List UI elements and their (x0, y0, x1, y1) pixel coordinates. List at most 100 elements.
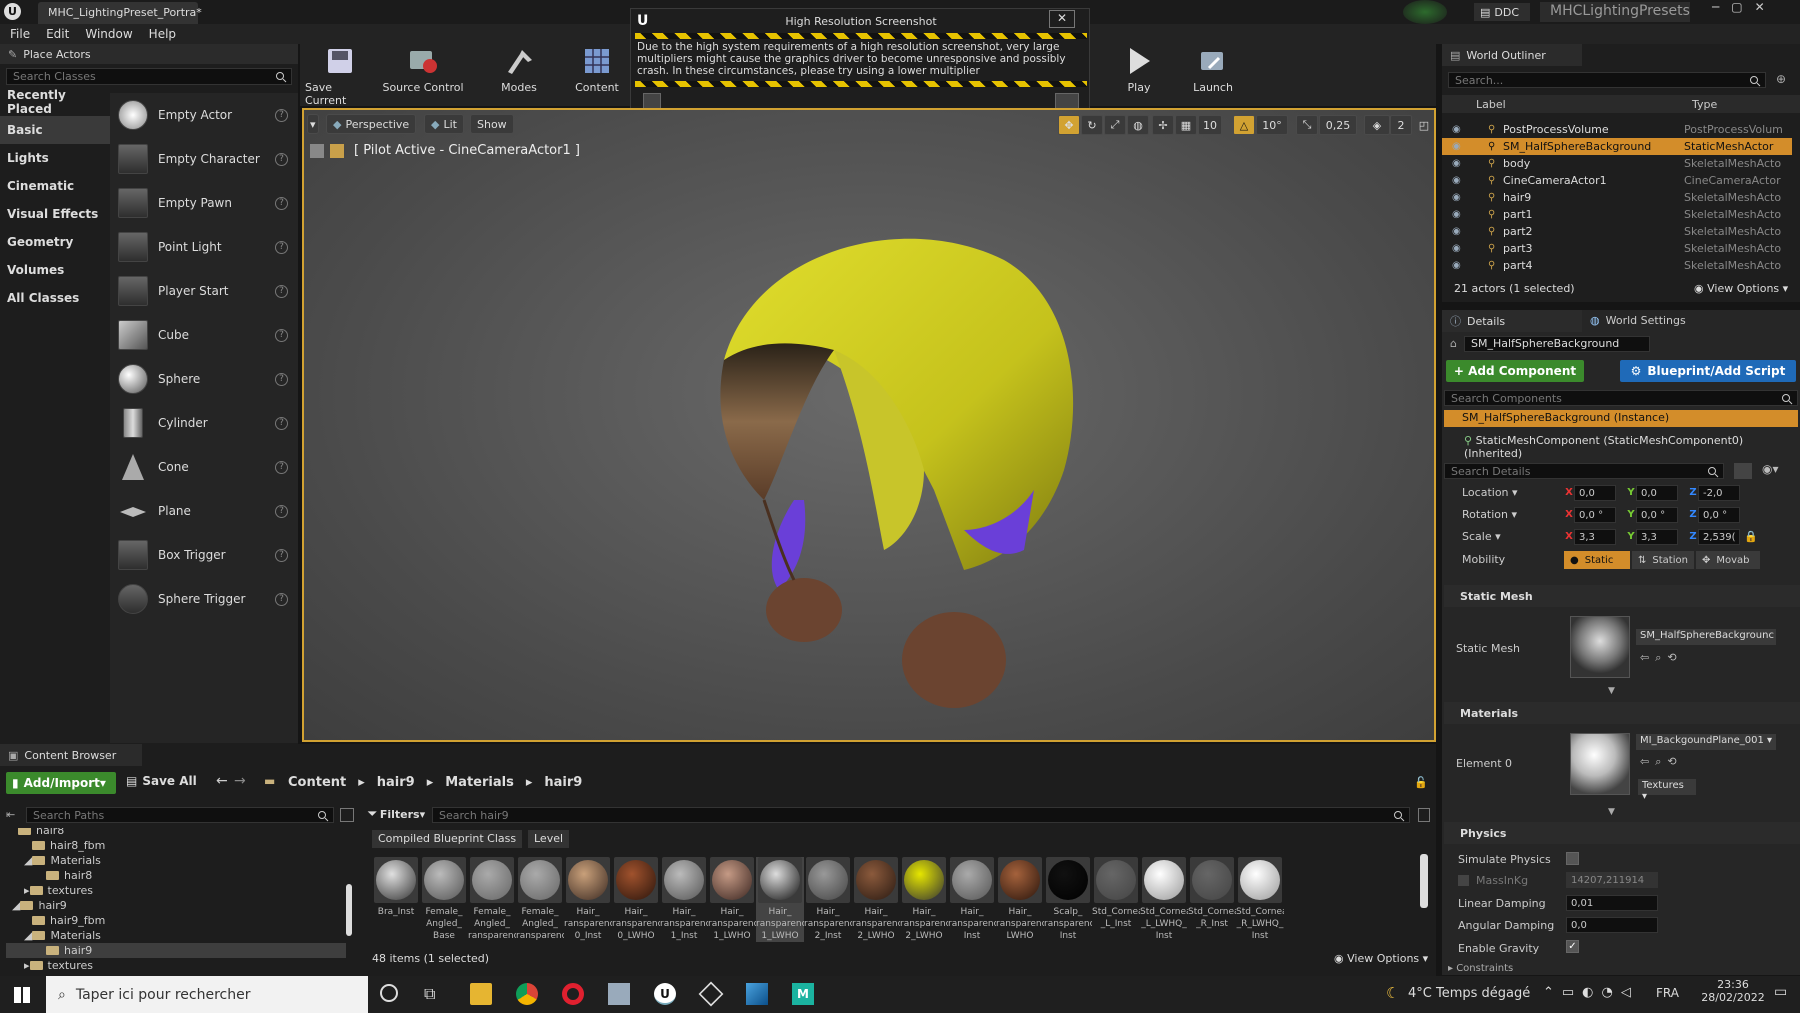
enable-gravity-checkbox[interactable]: ✓ (1566, 940, 1579, 953)
material-browse-icons[interactable]: ⇦⌕⟲ (1640, 755, 1683, 769)
take-screenshot-icon[interactable] (1055, 93, 1079, 109)
source-control-button[interactable]: Source Control (382, 46, 464, 94)
back-icon[interactable]: ← (216, 773, 228, 789)
asset-tile[interactable]: Hair_ ranspareno 2_Inst (804, 857, 852, 942)
search-assets-input[interactable]: Search hair9 (432, 807, 1410, 823)
visibility-eye-icon[interactable]: ◉ (1452, 226, 1461, 237)
rotation-label[interactable]: Rotation ▾ (1462, 508, 1517, 521)
visibility-filter-icon[interactable]: ◉▾ (1762, 462, 1779, 476)
rotation-z[interactable]: 0,0 ° (1698, 507, 1740, 523)
scale-snap-value[interactable]: 0,25 (1319, 115, 1357, 135)
weather-text[interactable]: 4°C Temps dégagé (1408, 986, 1530, 1001)
constraints-section[interactable]: ▸ Constraints (1448, 963, 1513, 974)
visibility-eye-icon[interactable]: ◉ (1452, 158, 1461, 169)
tree-hair9-textures[interactable]: ▸ textures (24, 959, 93, 970)
asset-tile[interactable]: Hair_ ranspareno 1_LWHO (756, 857, 804, 942)
breadcrumb-hair9[interactable]: hair9 (377, 775, 415, 790)
tree-hair8-materials[interactable]: ◢ Materials (24, 854, 101, 867)
play-button[interactable]: Play (1116, 46, 1162, 94)
help-icon[interactable]: ? (275, 196, 288, 210)
static-mesh-dropdown[interactable]: SM_HalfSphereBackgrounc ▾ (1636, 629, 1776, 645)
system-tray-icons[interactable]: ⌃▭◐◔◁ (1543, 985, 1639, 1000)
scale-snap-icon[interactable]: ⤡ (1296, 115, 1318, 135)
tree-hair9-fbm[interactable]: hair9_fbm (32, 914, 105, 927)
asset-tile[interactable]: Scalp_ ranspareno Inst (1044, 857, 1092, 942)
scale-y[interactable]: 3,3 (1636, 529, 1678, 545)
actor-cylinder[interactable]: Cylinder? (110, 401, 298, 445)
asset-tile[interactable]: Std_Cornea _R_Inst (1188, 857, 1236, 930)
forward-icon[interactable]: → (234, 773, 246, 789)
rotation-y[interactable]: 0,0 ° (1636, 507, 1678, 523)
windows-start-icon[interactable] (14, 987, 30, 1003)
content-button[interactable]: Content (574, 46, 620, 94)
breadcrumb-hair9-leaf[interactable]: hair9 (544, 775, 582, 790)
lock-scale-icon[interactable]: 🔒 (1744, 530, 1758, 543)
category-basic[interactable]: Basic (0, 116, 110, 144)
tree-hair9[interactable]: ◢ hair9 (12, 899, 67, 912)
outliner-row[interactable]: ◉ ⚲ CineCameraActor1 CineCameraActor (1442, 172, 1792, 189)
capture-region-icon[interactable] (643, 93, 661, 109)
grid-snap-value[interactable]: 10 (1198, 115, 1222, 135)
asset-tile[interactable]: Hair_ ranspareno Inst (948, 857, 996, 942)
visibility-eye-icon[interactable]: ◉ (1452, 260, 1461, 271)
asset-tile[interactable]: Hair_ ranspareno 1_Inst (660, 857, 708, 942)
tree-hair9-materials[interactable]: ◢ Materials (24, 929, 101, 942)
location-label[interactable]: Location ▾ (1462, 486, 1518, 499)
viewport[interactable] (302, 108, 1436, 742)
surface-snap-icon[interactable]: ✢ (1152, 115, 1174, 135)
camera-speed-icon[interactable]: ◈ (1364, 115, 1390, 135)
help-icon[interactable]: ? (275, 416, 288, 430)
taskbar-search-input[interactable]: ⌕ Taper ici pour rechercher (46, 976, 368, 1013)
modes-button[interactable]: Modes (496, 46, 542, 94)
grid-snap-icon[interactable]: ▦ (1175, 115, 1197, 135)
category-geometry[interactable]: Geometry (0, 228, 110, 256)
component-instance-row[interactable]: SM_HalfSphereBackground (Instance) (1444, 410, 1798, 427)
mobility-movable-button[interactable]: ✥ Movab (1696, 551, 1760, 569)
mass-checkbox[interactable] (1458, 875, 1469, 886)
asset-tile[interactable]: Hair_ ranspareno LWHO (996, 857, 1044, 942)
rotation-snap-value[interactable]: 10° (1256, 115, 1288, 135)
viewport-options-button[interactable]: ▾ (307, 114, 319, 134)
pilot-eject-icon[interactable] (310, 144, 324, 158)
notification-icon[interactable] (1403, 0, 1447, 24)
material-thumbnail[interactable] (1570, 733, 1630, 795)
asset-tile[interactable]: Female_ Angled_ ranspareno (516, 857, 564, 942)
add-component-button[interactable]: + Add Component (1446, 360, 1584, 382)
actor-name-field[interactable]: SM_HalfSphereBackground (1464, 336, 1650, 352)
world-space-icon[interactable]: ◍ (1127, 115, 1149, 135)
search-paths-input[interactable]: Search Paths (26, 807, 334, 823)
metahuman-icon[interactable]: M (792, 983, 814, 1005)
task-view-icon[interactable]: ⧉ (424, 984, 435, 1004)
asset-tile[interactable]: Hair_ ranspareno 0_LWHO (612, 857, 660, 942)
rotation-snap-icon[interactable]: △ (1233, 115, 1255, 135)
physics-section[interactable]: Physics (1444, 822, 1800, 844)
outliner-label-column[interactable]: Label (1476, 98, 1506, 111)
photos-icon[interactable] (746, 983, 768, 1005)
asset-tile[interactable]: Std_Cornea _L_LWHQ_ Inst (1140, 857, 1188, 942)
asset-tile[interactable]: Hair_ ranspareno 2_LWHO (852, 857, 900, 942)
angular-damping-field[interactable]: 0,0 (1566, 917, 1658, 933)
outliner-search-input[interactable]: Search... (1448, 72, 1766, 88)
help-icon[interactable]: ? (275, 372, 288, 386)
linear-damping-field[interactable]: 0,01 (1566, 895, 1658, 911)
expand-arrow-icon[interactable]: ▼ (1608, 686, 1615, 696)
world-settings-tab[interactable]: ◍ World Settings (1590, 314, 1686, 327)
visibility-eye-icon[interactable]: ◉ (1452, 209, 1461, 220)
actor-cube[interactable]: Cube? (110, 313, 298, 357)
help-icon[interactable]: ? (275, 460, 288, 474)
cortana-icon[interactable] (380, 984, 398, 1002)
save-current-button[interactable]: Save Current (305, 46, 375, 107)
mobility-stationary-button[interactable]: ⇅ Station (1632, 551, 1694, 569)
sources-toggle-icon[interactable]: ⇤ (6, 808, 15, 821)
outliner-row[interactable]: ◉ ⚲ body SkeletalMeshActo (1442, 155, 1792, 172)
outliner-row[interactable]: ◉ ⚲ part4 SkeletalMeshActo (1442, 257, 1792, 274)
save-all-button[interactable]: ▤ Save All (126, 774, 197, 788)
location-x[interactable]: 0,0 (1574, 485, 1616, 501)
actor-player-start[interactable]: Player Start? (110, 269, 298, 313)
location-y[interactable]: 0,0 (1636, 485, 1678, 501)
actor-empty-actor[interactable]: Empty Actor? (110, 93, 298, 137)
visibility-eye-icon[interactable]: ◉ (1452, 243, 1461, 254)
menu-file[interactable]: File (10, 27, 30, 41)
menu-edit[interactable]: Edit (46, 27, 69, 41)
add-filter-icon[interactable]: ⊕ (1776, 72, 1786, 86)
